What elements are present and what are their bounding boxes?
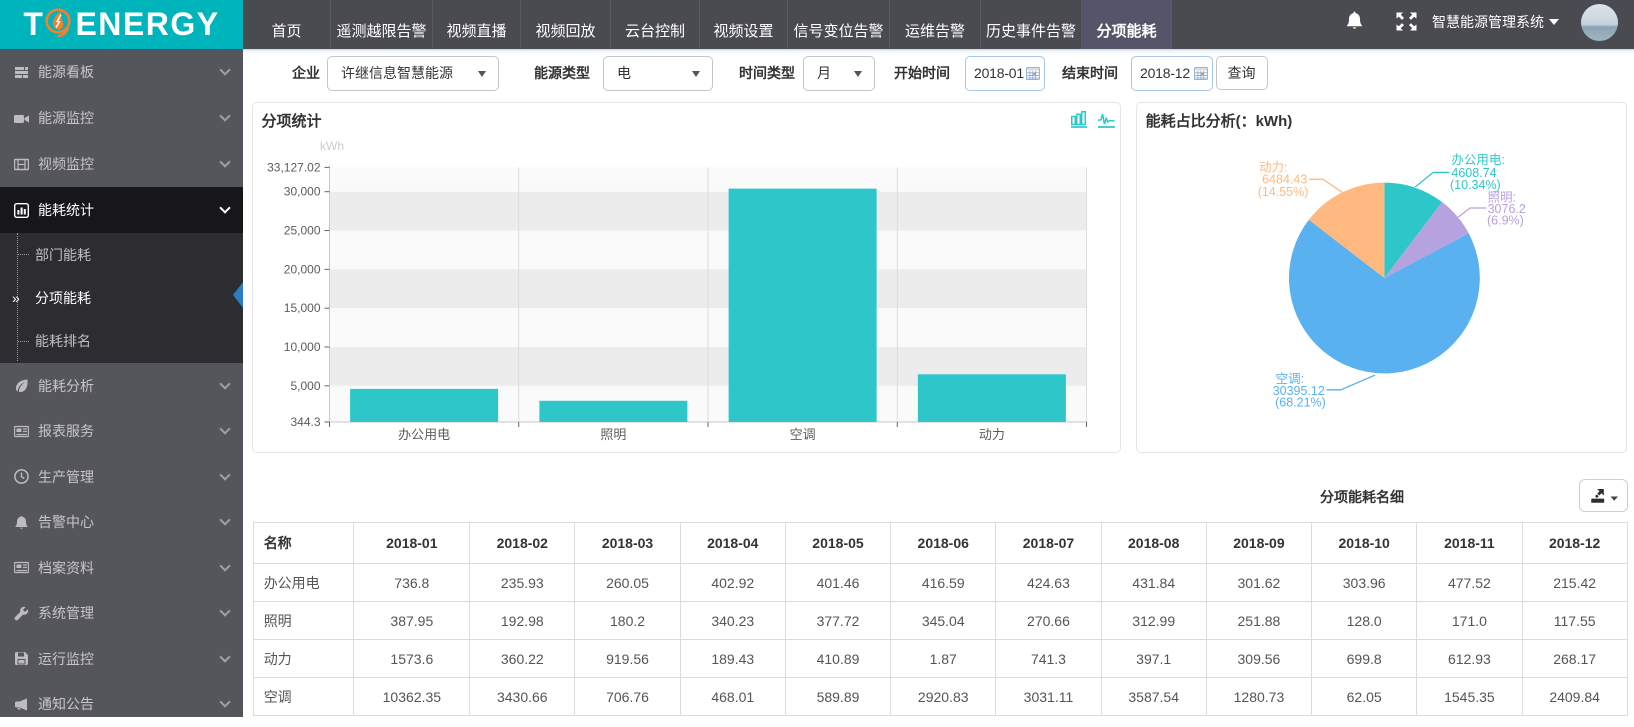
svg-text:(10.34%): (10.34%) bbox=[1450, 178, 1501, 192]
svg-text:kWh: kWh bbox=[320, 139, 344, 153]
svg-text:(14.55%): (14.55%) bbox=[1257, 185, 1308, 199]
svg-text:动力: 动力 bbox=[978, 427, 1004, 442]
svg-text:25,000: 25,000 bbox=[283, 224, 320, 238]
svg-text:10,000: 10,000 bbox=[283, 340, 320, 354]
svg-text:344.3: 344.3 bbox=[290, 415, 320, 429]
svg-text:20,000: 20,000 bbox=[283, 262, 320, 276]
svg-text:(6.9%): (6.9%) bbox=[1487, 213, 1524, 227]
svg-text:(68.21%): (68.21%) bbox=[1275, 396, 1326, 410]
svg-text:30,000: 30,000 bbox=[283, 185, 320, 199]
svg-text:5,000: 5,000 bbox=[290, 379, 320, 393]
svg-text:空调: 空调 bbox=[789, 427, 815, 442]
svg-text:照明: 照明 bbox=[600, 427, 626, 442]
svg-text:15,000: 15,000 bbox=[283, 301, 320, 315]
svg-text:办公用电: 办公用电 bbox=[398, 427, 450, 442]
svg-text:33,127.02: 33,127.02 bbox=[267, 160, 321, 174]
svg-text:办公用电:: 办公用电: bbox=[1451, 152, 1504, 167]
